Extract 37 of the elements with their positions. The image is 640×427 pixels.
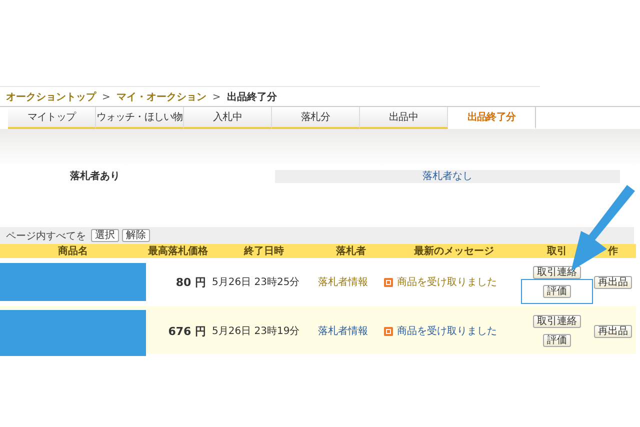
contact-button[interactable]: 取引連絡 [533, 315, 581, 328]
price: 80 円 [176, 274, 206, 290]
column-header: 終了日時 [242, 244, 285, 258]
message-icon [384, 278, 393, 286]
tab[interactable]: ウォッチ・ほしい物 [96, 107, 184, 129]
price: 676 円 [168, 324, 206, 338]
breadcrumb-link[interactable]: オークショントップ [6, 90, 96, 104]
end-time: 5月26日 23時19分 [211, 324, 300, 338]
column-header: 最新のメッセージ [413, 244, 495, 258]
winner-link[interactable]: 落札者情報 [318, 275, 368, 289]
filter-tab[interactable]: 落札者あり [0, 170, 190, 183]
filter-tab[interactable]: 落札者なし [275, 170, 620, 183]
breadcrumb-separator: > [102, 92, 110, 102]
winner-link[interactable]: 落札者情報 [318, 324, 368, 338]
breadcrumb-link[interactable]: マイ・オークション [116, 90, 206, 104]
bulk-button[interactable]: 解除 [122, 229, 150, 242]
column-header: 作 [606, 244, 619, 258]
end-time: 5月26日 23時25分 [211, 276, 300, 289]
message-link[interactable]: 商品を受け取りました [397, 275, 497, 289]
relist-button[interactable]: 再出品 [594, 324, 632, 338]
breadcrumb-separator: > [212, 92, 221, 102]
tab[interactable]: マイトップ [8, 107, 96, 129]
bulk-button[interactable]: 選択 [91, 229, 119, 242]
tab[interactable]: 出品中 [360, 107, 448, 129]
message-link[interactable]: 商品を受け取りました [397, 324, 497, 338]
rating-button[interactable]: 評価 [543, 334, 571, 347]
column-header: 落札者 [335, 244, 367, 258]
breadcrumb-current: 出品終了分 [226, 90, 277, 104]
column-header: 取引 [546, 244, 568, 258]
rating-button[interactable]: 評価 [543, 285, 571, 298]
tab[interactable]: 落札分 [272, 107, 360, 129]
column-header: 最高落札価格 [147, 244, 209, 258]
tab[interactable]: 入札中 [184, 107, 272, 129]
column-header: 商品名 [57, 244, 89, 258]
relist-button[interactable]: 再出品 [594, 276, 632, 288]
bulk-select-label: ページ内すべてを [6, 230, 86, 242]
message-icon [384, 326, 393, 336]
